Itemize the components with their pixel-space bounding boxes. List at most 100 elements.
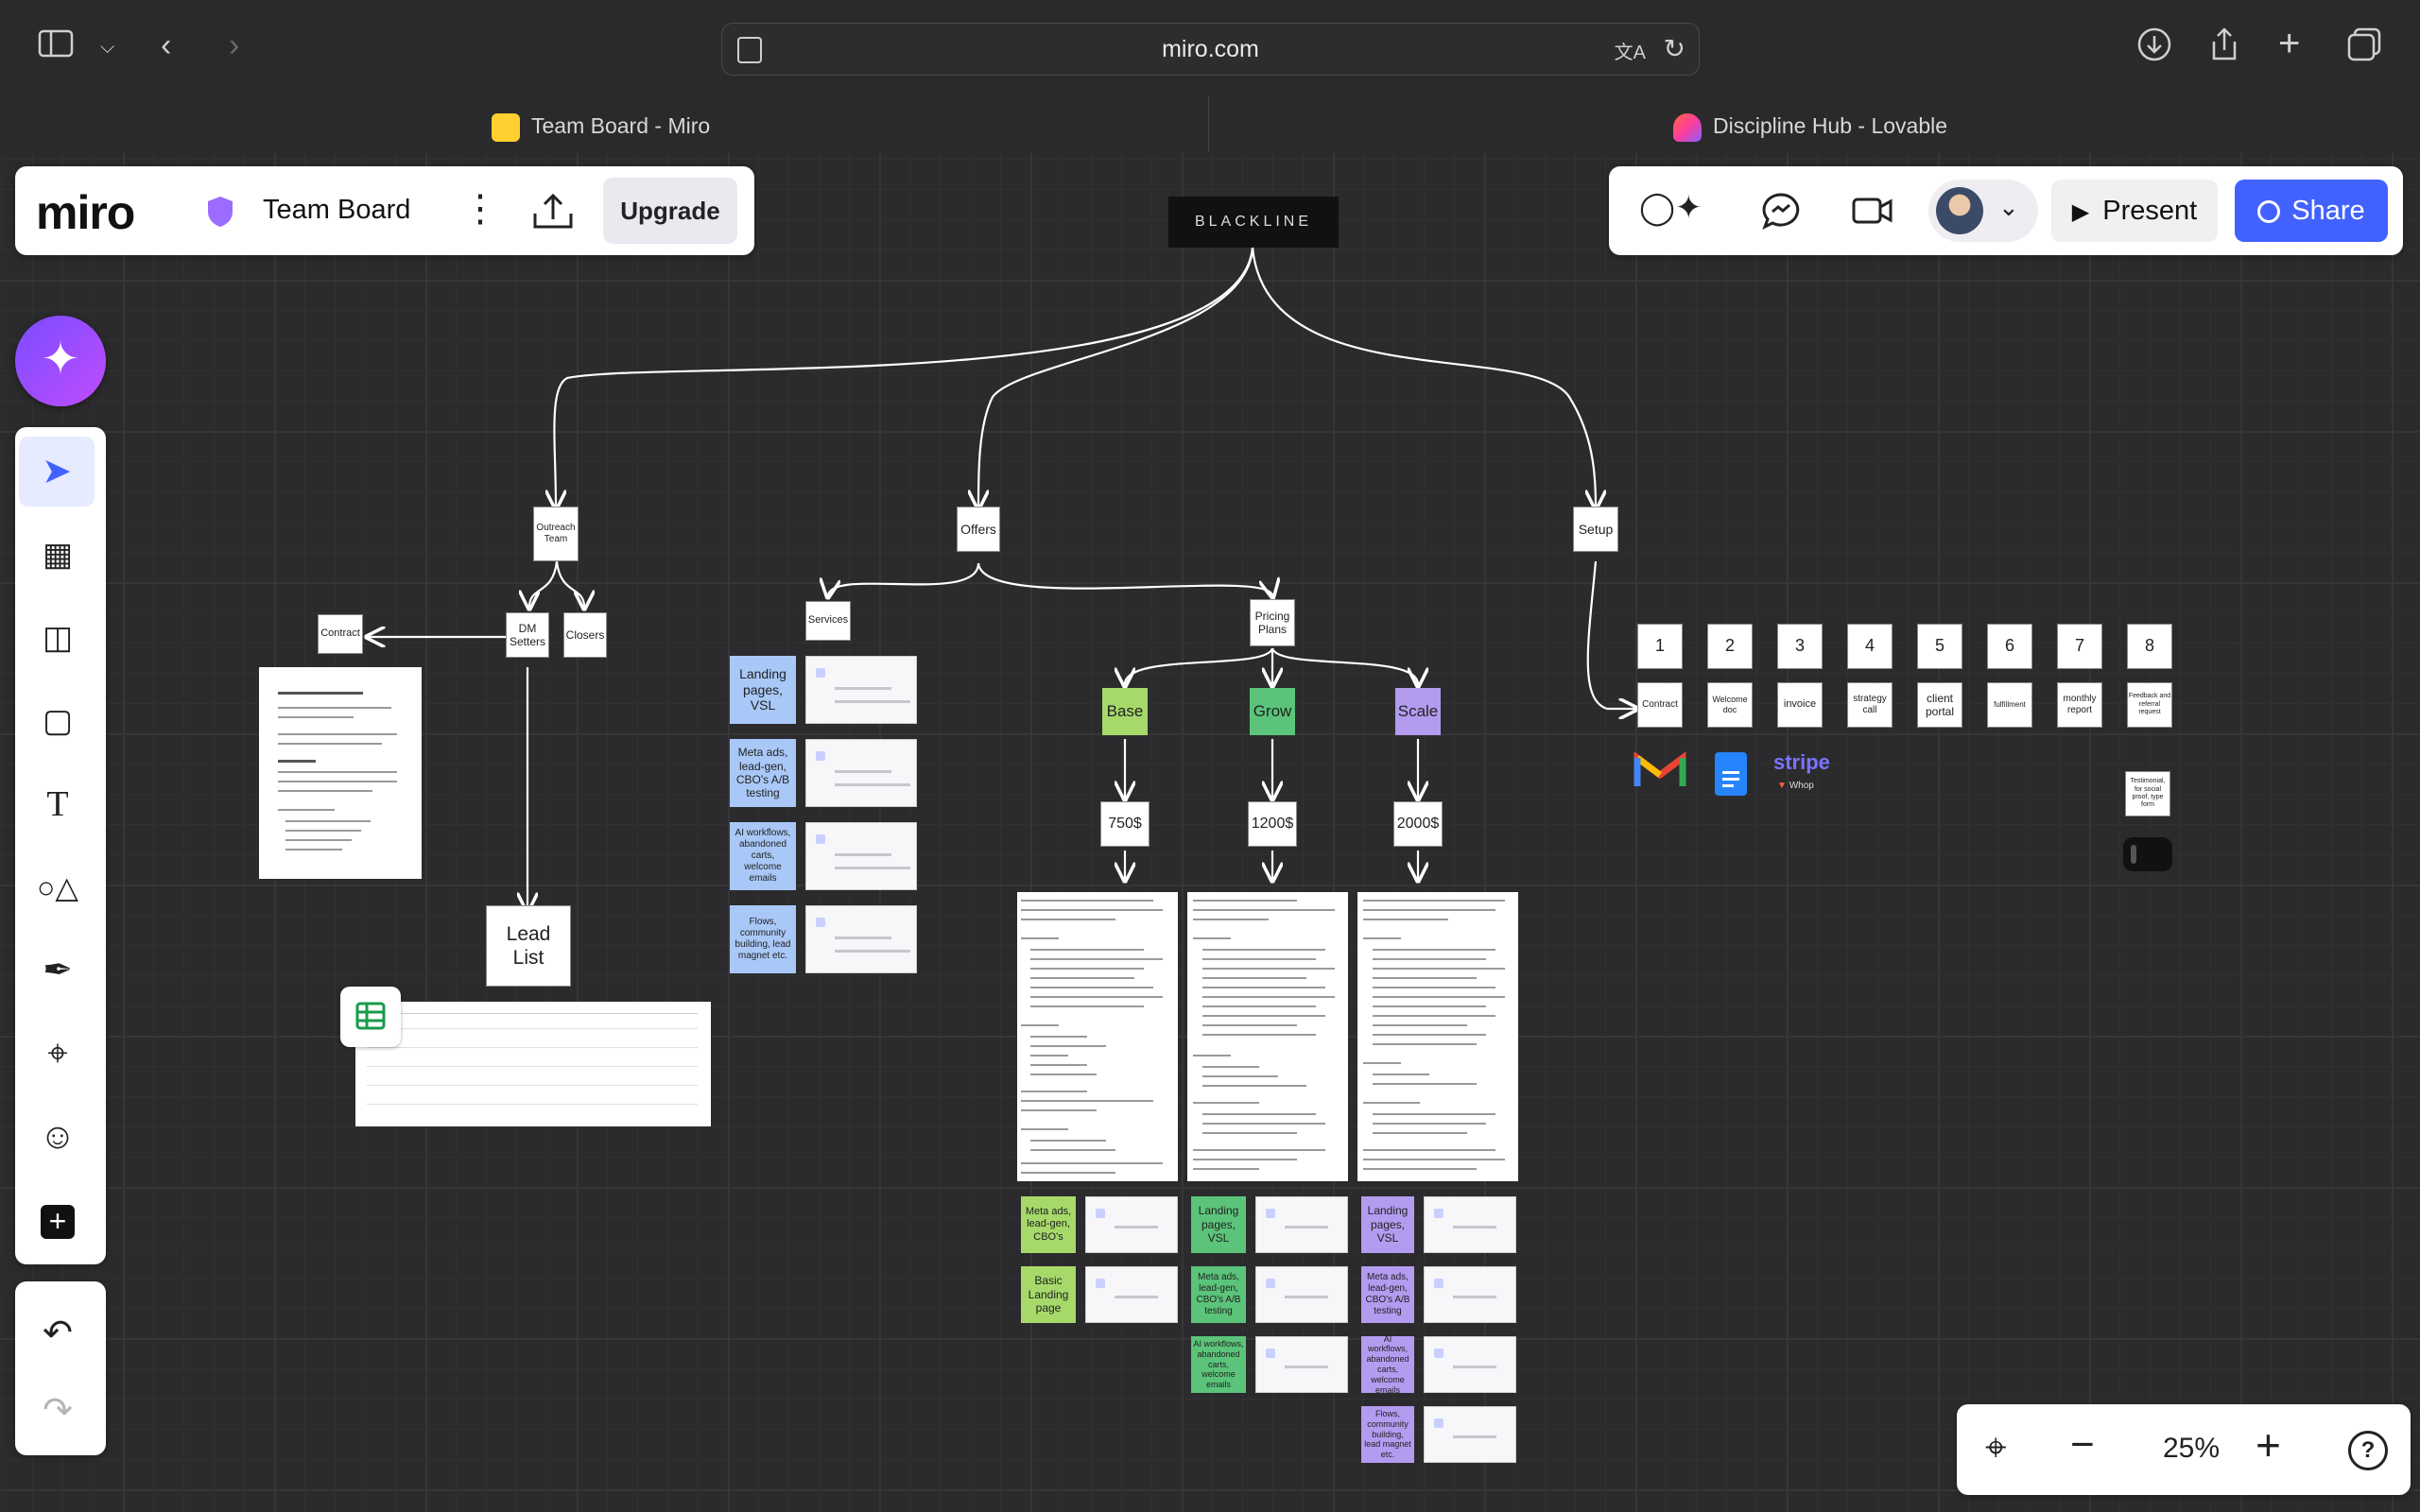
node-closers[interactable]: Closers <box>563 612 607 658</box>
setup-step[interactable]: monthly report <box>2057 682 2102 728</box>
setup-step[interactable]: strategy call <box>1847 682 1893 728</box>
grow-item-sticky[interactable]: Meta ads, lead-gen, CBO's A/B testing <box>1191 1266 1246 1323</box>
plan-scale[interactable]: Scale <box>1395 688 1441 735</box>
present-button[interactable]: ▶ Present <box>2051 180 2218 242</box>
setup-step[interactable]: client portal <box>1917 682 1962 728</box>
node-outreach-team[interactable]: Outreach Team <box>533 507 579 561</box>
plan-base-document[interactable] <box>1017 892 1178 1181</box>
zoom-level[interactable]: 25% <box>2146 1433 2237 1465</box>
lead-table[interactable] <box>355 1002 711 1126</box>
base-item-card[interactable] <box>1085 1266 1178 1323</box>
reactions-icon[interactable]: ◯✦ <box>1639 189 1703 227</box>
setup-number[interactable]: 6 <box>1987 624 2032 669</box>
setup-number[interactable]: 8 <box>2127 624 2172 669</box>
price-scale[interactable]: 2000$ <box>1393 801 1443 847</box>
base-item-sticky[interactable]: Basic Landing page <box>1021 1266 1076 1323</box>
grow-item-card[interactable] <box>1255 1266 1348 1323</box>
frame-icon[interactable]: ⌖ <box>15 1019 100 1089</box>
templates-icon[interactable]: ▦ <box>15 520 100 590</box>
node-offers[interactable]: Offers <box>957 507 1000 552</box>
sticky-note-icon[interactable]: ▢ <box>15 686 100 756</box>
shapes-icon[interactable]: ○△ <box>15 852 100 922</box>
fit-to-screen-icon[interactable]: ⌖ <box>1985 1427 2007 1469</box>
grow-item-sticky[interactable]: AI workflows, abandoned carts, welcome e… <box>1191 1336 1246 1393</box>
service-card[interactable] <box>805 905 917 973</box>
node-lead-list[interactable]: Lead List <box>486 905 571 987</box>
service-sticky[interactable]: Landing pages, VSL <box>730 656 796 724</box>
price-grow[interactable]: 1200$ <box>1248 801 1297 847</box>
scale-item-sticky[interactable]: Meta ads, lead-gen, CBO's A/B testing <box>1361 1266 1414 1323</box>
plan-grow-document[interactable] <box>1187 892 1348 1181</box>
upgrade-button[interactable]: Upgrade <box>603 178 737 244</box>
price-base[interactable]: 750$ <box>1100 801 1150 847</box>
help-icon[interactable]: ? <box>2348 1431 2388 1470</box>
service-card[interactable] <box>805 739 917 807</box>
scale-item-card[interactable] <box>1424 1266 1516 1323</box>
select-tool-icon[interactable]: ➤ <box>19 437 95 507</box>
scale-item-sticky[interactable]: AI workflows, abandoned carts, welcome e… <box>1361 1334 1414 1395</box>
comments-icon[interactable] <box>1760 191 1802 235</box>
stripe-logo[interactable]: stripe <box>1773 750 1830 775</box>
miro-logo[interactable]: miro <box>36 185 135 240</box>
blackline-logo[interactable]: BLACKLINE <box>1168 197 1339 248</box>
plan-grow[interactable]: Grow <box>1250 688 1295 735</box>
zoom-out-icon[interactable]: − <box>2070 1421 2095 1469</box>
testimonial-note[interactable]: Testimonial, for social proof, type form <box>2125 771 2170 816</box>
ai-assistant-button[interactable]: ✦ <box>15 316 106 406</box>
board-name[interactable]: Team Board <box>263 195 410 226</box>
scale-item-card[interactable] <box>1424 1196 1516 1253</box>
table-icon[interactable] <box>340 987 401 1047</box>
more-options-icon[interactable]: ⋮ <box>461 187 499 231</box>
node-setup[interactable]: Setup <box>1573 507 1618 552</box>
setup-number[interactable]: 4 <box>1847 624 1893 669</box>
base-item-sticky[interactable]: Meta ads, lead-gen, CBO's <box>1021 1196 1076 1253</box>
grow-item-card[interactable] <box>1255 1196 1348 1253</box>
service-card[interactable] <box>805 656 917 724</box>
grow-item-sticky[interactable]: Landing pages, VSL <box>1191 1196 1246 1253</box>
service-sticky[interactable]: Meta ads, lead-gen, CBO's A/B testing <box>730 739 796 807</box>
grow-item-card[interactable] <box>1255 1336 1348 1393</box>
text-tool-icon[interactable]: T <box>15 769 100 839</box>
layout-icon[interactable]: ◫ <box>15 603 100 673</box>
google-docs-icon[interactable] <box>1715 752 1747 796</box>
typeform-icon[interactable] <box>2123 837 2172 871</box>
setup-step[interactable]: Feedback and referral request <box>2127 682 2172 728</box>
zoom-in-icon[interactable]: + <box>2256 1419 2281 1470</box>
more-tools-icon[interactable]: + <box>15 1185 100 1255</box>
collaborators-button[interactable]: ⌄ <box>1928 180 2038 242</box>
undo-icon[interactable]: ↶ <box>15 1298 100 1368</box>
setup-number[interactable]: 7 <box>2057 624 2102 669</box>
scale-item-card[interactable] <box>1424 1336 1516 1393</box>
node-dm-setters[interactable]: DM Setters <box>506 612 549 658</box>
whop-logo[interactable]: ▼ Whop <box>1777 781 1814 791</box>
chevron-down-icon: ⌄ <box>1998 193 2019 221</box>
scale-item-sticky[interactable]: Landing pages, VSL <box>1361 1196 1414 1253</box>
service-card[interactable] <box>805 822 917 890</box>
video-call-icon[interactable] <box>1851 195 1894 232</box>
redo-icon[interactable]: ↷ <box>15 1376 100 1446</box>
service-sticky[interactable]: Flows, community building, lead magnet e… <box>730 905 796 973</box>
setup-number[interactable]: 1 <box>1637 624 1683 669</box>
setup-step[interactable]: Welcome doc <box>1707 682 1753 728</box>
plan-base[interactable]: Base <box>1102 688 1148 735</box>
setup-number[interactable]: 5 <box>1917 624 1962 669</box>
setup-number[interactable]: 3 <box>1777 624 1823 669</box>
service-sticky[interactable]: AI workflows, abandoned carts, welcome e… <box>730 822 796 890</box>
pen-icon[interactable]: ✒ <box>15 936 100 1005</box>
export-icon[interactable] <box>531 193 575 235</box>
base-item-card[interactable] <box>1085 1196 1178 1253</box>
node-contract[interactable]: Contract <box>318 614 363 654</box>
stickers-icon[interactable]: ☺ <box>15 1102 100 1172</box>
setup-step[interactable]: invoice <box>1777 682 1823 728</box>
node-pricing-plans[interactable]: Pricing Plans <box>1250 599 1295 646</box>
scale-item-sticky[interactable]: Flows, community building, lead magnet e… <box>1361 1406 1414 1463</box>
setup-step[interactable]: fulfillment <box>1987 682 2032 728</box>
plan-scale-document[interactable] <box>1357 892 1518 1181</box>
setup-number[interactable]: 2 <box>1707 624 1753 669</box>
setup-step[interactable]: Contract <box>1637 682 1683 728</box>
scale-item-card[interactable] <box>1424 1406 1516 1463</box>
node-services[interactable]: Services <box>805 601 851 641</box>
contract-document[interactable] <box>259 667 422 879</box>
share-button[interactable]: Share <box>2235 180 2388 242</box>
gmail-icon[interactable] <box>1634 750 1686 795</box>
